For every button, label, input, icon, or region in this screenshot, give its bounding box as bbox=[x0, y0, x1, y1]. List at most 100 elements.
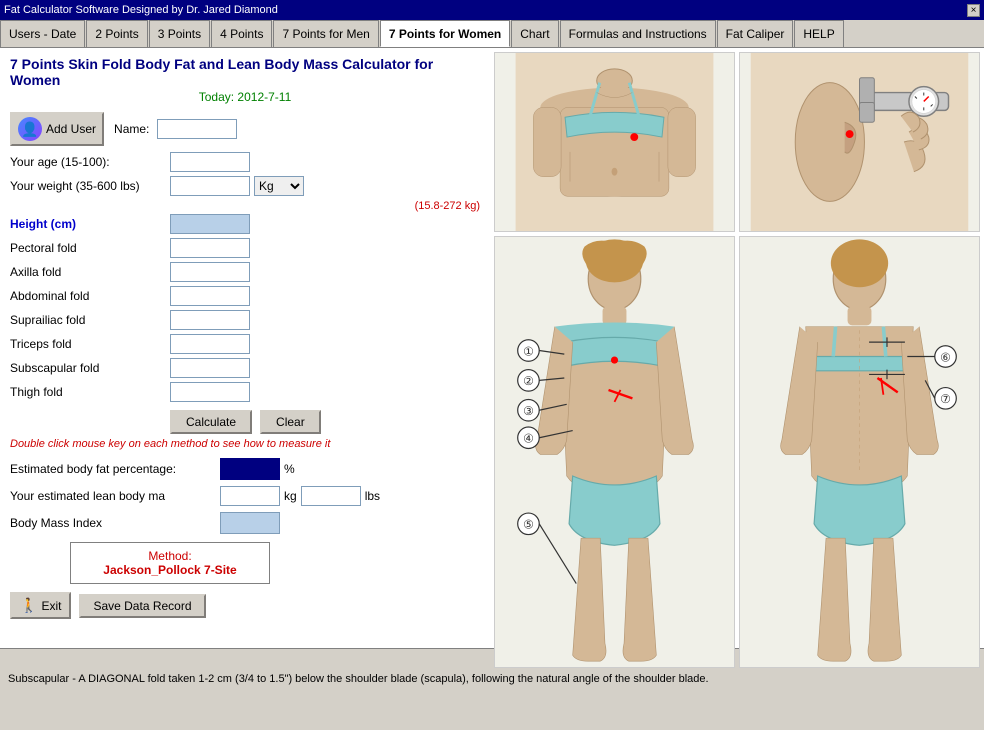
full-body-front-svg: ① ② ③ ④ ⑤ bbox=[495, 237, 734, 667]
abdominal-input[interactable] bbox=[170, 286, 250, 306]
instruction-text: Double click mouse key on each method to… bbox=[10, 438, 480, 450]
user-icon: 👤 bbox=[18, 117, 42, 141]
method-label: Method: bbox=[81, 549, 259, 563]
tab-7points-women[interactable]: 7 Points for Women bbox=[380, 20, 510, 47]
triceps-row: Triceps fold bbox=[10, 334, 480, 354]
suprailiac-row: Suprailiac fold bbox=[10, 310, 480, 330]
lean-mass-row: Your estimated lean body ma kg lbs bbox=[10, 486, 480, 506]
right-panel: ① ② ③ ④ ⑤ bbox=[490, 48, 984, 648]
age-row: Your age (15-100): bbox=[10, 152, 480, 172]
svg-text:②: ② bbox=[523, 374, 534, 388]
tab-7points-men[interactable]: 7 Points for Men bbox=[273, 20, 378, 47]
exit-button[interactable]: 🚶 Exit bbox=[10, 592, 71, 619]
thigh-label: Thigh fold bbox=[10, 385, 170, 399]
left-panel: 7 Points Skin Fold Body Fat and Lean Bod… bbox=[0, 48, 490, 648]
clear-button[interactable]: Clear bbox=[260, 410, 321, 434]
lean-mass-lbs-unit: lbs bbox=[365, 489, 380, 503]
tab-users-date[interactable]: Users - Date bbox=[0, 20, 85, 47]
tab-chart[interactable]: Chart bbox=[511, 20, 558, 47]
abdominal-label: Abdominal fold bbox=[10, 289, 170, 303]
tab-bar: Users - Date 2 Points 3 Points 4 Points … bbox=[0, 20, 984, 48]
svg-text:⑥: ⑥ bbox=[940, 350, 951, 364]
tab-fat-caliper[interactable]: Fat Caliper bbox=[717, 20, 794, 47]
weight-row: Your weight (35-600 lbs) Kg lbs bbox=[10, 176, 480, 196]
thigh-row: Thigh fold bbox=[10, 382, 480, 402]
weight-label: Your weight (35-600 lbs) bbox=[10, 179, 170, 193]
suprailiac-label: Suprailiac fold bbox=[10, 313, 170, 327]
tab-help[interactable]: HELP bbox=[794, 20, 843, 47]
main-content: 7 Points Skin Fold Body Fat and Lean Bod… bbox=[0, 48, 984, 648]
full-body-front-image: ① ② ③ ④ ⑤ bbox=[494, 236, 735, 668]
caliper-image bbox=[739, 52, 980, 232]
add-user-button[interactable]: 👤 Add User bbox=[10, 112, 104, 146]
tab-4points[interactable]: 4 Points bbox=[211, 20, 272, 47]
method-box: Method: Jackson_Pollock 7-Site bbox=[70, 542, 270, 584]
name-row: 👤 Add User Name: bbox=[10, 112, 480, 146]
svg-text:⑤: ⑤ bbox=[523, 518, 534, 532]
exit-icon: 🚶 bbox=[20, 597, 37, 614]
svg-text:④: ④ bbox=[523, 432, 534, 446]
weight-input[interactable] bbox=[170, 176, 250, 196]
kg-note: (15.8-272 kg) bbox=[170, 200, 480, 212]
pectoral-row: Pectoral fold bbox=[10, 238, 480, 258]
subscapular-input[interactable] bbox=[170, 358, 250, 378]
fat-percent-value bbox=[220, 458, 280, 480]
lean-mass-kg-unit: kg bbox=[284, 489, 297, 503]
title-bar: Fat Calculator Software Designed by Dr. … bbox=[0, 0, 984, 20]
save-data-button[interactable]: Save Data Record bbox=[79, 594, 205, 618]
full-body-back-svg: ⑥ ⑦ bbox=[740, 237, 979, 667]
weight-unit-select[interactable]: Kg lbs bbox=[254, 176, 304, 196]
exit-label: Exit bbox=[41, 599, 61, 613]
axilla-label: Axilla fold bbox=[10, 265, 170, 279]
age-input[interactable] bbox=[170, 152, 250, 172]
svg-text:①: ① bbox=[523, 344, 534, 358]
weight-unit-selector: Kg lbs bbox=[254, 176, 304, 196]
svg-text:③: ③ bbox=[523, 404, 534, 418]
height-input[interactable] bbox=[170, 214, 250, 234]
height-row: Height (cm) bbox=[10, 214, 480, 234]
lean-mass-lbs-input[interactable] bbox=[301, 486, 361, 506]
svg-text:⑦: ⑦ bbox=[940, 392, 951, 406]
tab-2points[interactable]: 2 Points bbox=[86, 20, 147, 47]
triceps-input[interactable] bbox=[170, 334, 250, 354]
triceps-label: Triceps fold bbox=[10, 337, 170, 351]
name-input[interactable] bbox=[157, 119, 237, 139]
top-images bbox=[494, 52, 980, 232]
tab-3points[interactable]: 3 Points bbox=[149, 20, 210, 47]
lean-mass-kg-input[interactable] bbox=[220, 486, 280, 506]
pectoral-input[interactable] bbox=[170, 238, 250, 258]
front-torso-svg bbox=[495, 53, 734, 231]
method-value: Jackson_Pollock 7-Site bbox=[81, 563, 259, 577]
axilla-input[interactable] bbox=[170, 262, 250, 282]
bottom-images: ① ② ③ ④ ⑤ bbox=[494, 236, 980, 668]
pectoral-label: Pectoral fold bbox=[10, 241, 170, 255]
caliper-svg bbox=[740, 53, 979, 231]
age-label: Your age (15-100): bbox=[10, 155, 170, 169]
front-torso-image bbox=[494, 52, 735, 232]
thigh-input[interactable] bbox=[170, 382, 250, 402]
status-text: Subscapular - A DIAGONAL fold taken 1-2 … bbox=[8, 673, 709, 685]
tab-formulas[interactable]: Formulas and Instructions bbox=[560, 20, 716, 47]
today-date: Today: 2012-7-11 bbox=[10, 90, 480, 104]
height-label: Height (cm) bbox=[10, 217, 170, 231]
lean-mass-label: Your estimated lean body ma bbox=[10, 489, 220, 503]
fat-percent-unit: % bbox=[284, 462, 295, 476]
results-section: Estimated body fat percentage: % Your es… bbox=[10, 458, 480, 534]
close-button[interactable]: × bbox=[967, 4, 980, 17]
full-body-back-image: ⑥ ⑦ bbox=[739, 236, 980, 668]
subscapular-label: Subscapular fold bbox=[10, 361, 170, 375]
abdominal-row: Abdominal fold bbox=[10, 286, 480, 306]
suprailiac-input[interactable] bbox=[170, 310, 250, 330]
fat-percent-label: Estimated body fat percentage: bbox=[10, 462, 220, 476]
add-user-label: Add User bbox=[46, 122, 96, 136]
axilla-row: Axilla fold bbox=[10, 262, 480, 282]
fat-percent-row: Estimated body fat percentage: % bbox=[10, 458, 480, 480]
subscapular-row: Subscapular fold bbox=[10, 358, 480, 378]
bottom-buttons: 🚶 Exit Save Data Record bbox=[10, 592, 480, 619]
app-title: Fat Calculator Software Designed by Dr. … bbox=[4, 4, 278, 16]
bmi-value bbox=[220, 512, 280, 534]
bmi-label: Body Mass Index bbox=[10, 516, 220, 530]
bmi-row: Body Mass Index bbox=[10, 512, 480, 534]
calculate-button[interactable]: Calculate bbox=[170, 410, 252, 434]
page-title: 7 Points Skin Fold Body Fat and Lean Bod… bbox=[10, 56, 480, 88]
